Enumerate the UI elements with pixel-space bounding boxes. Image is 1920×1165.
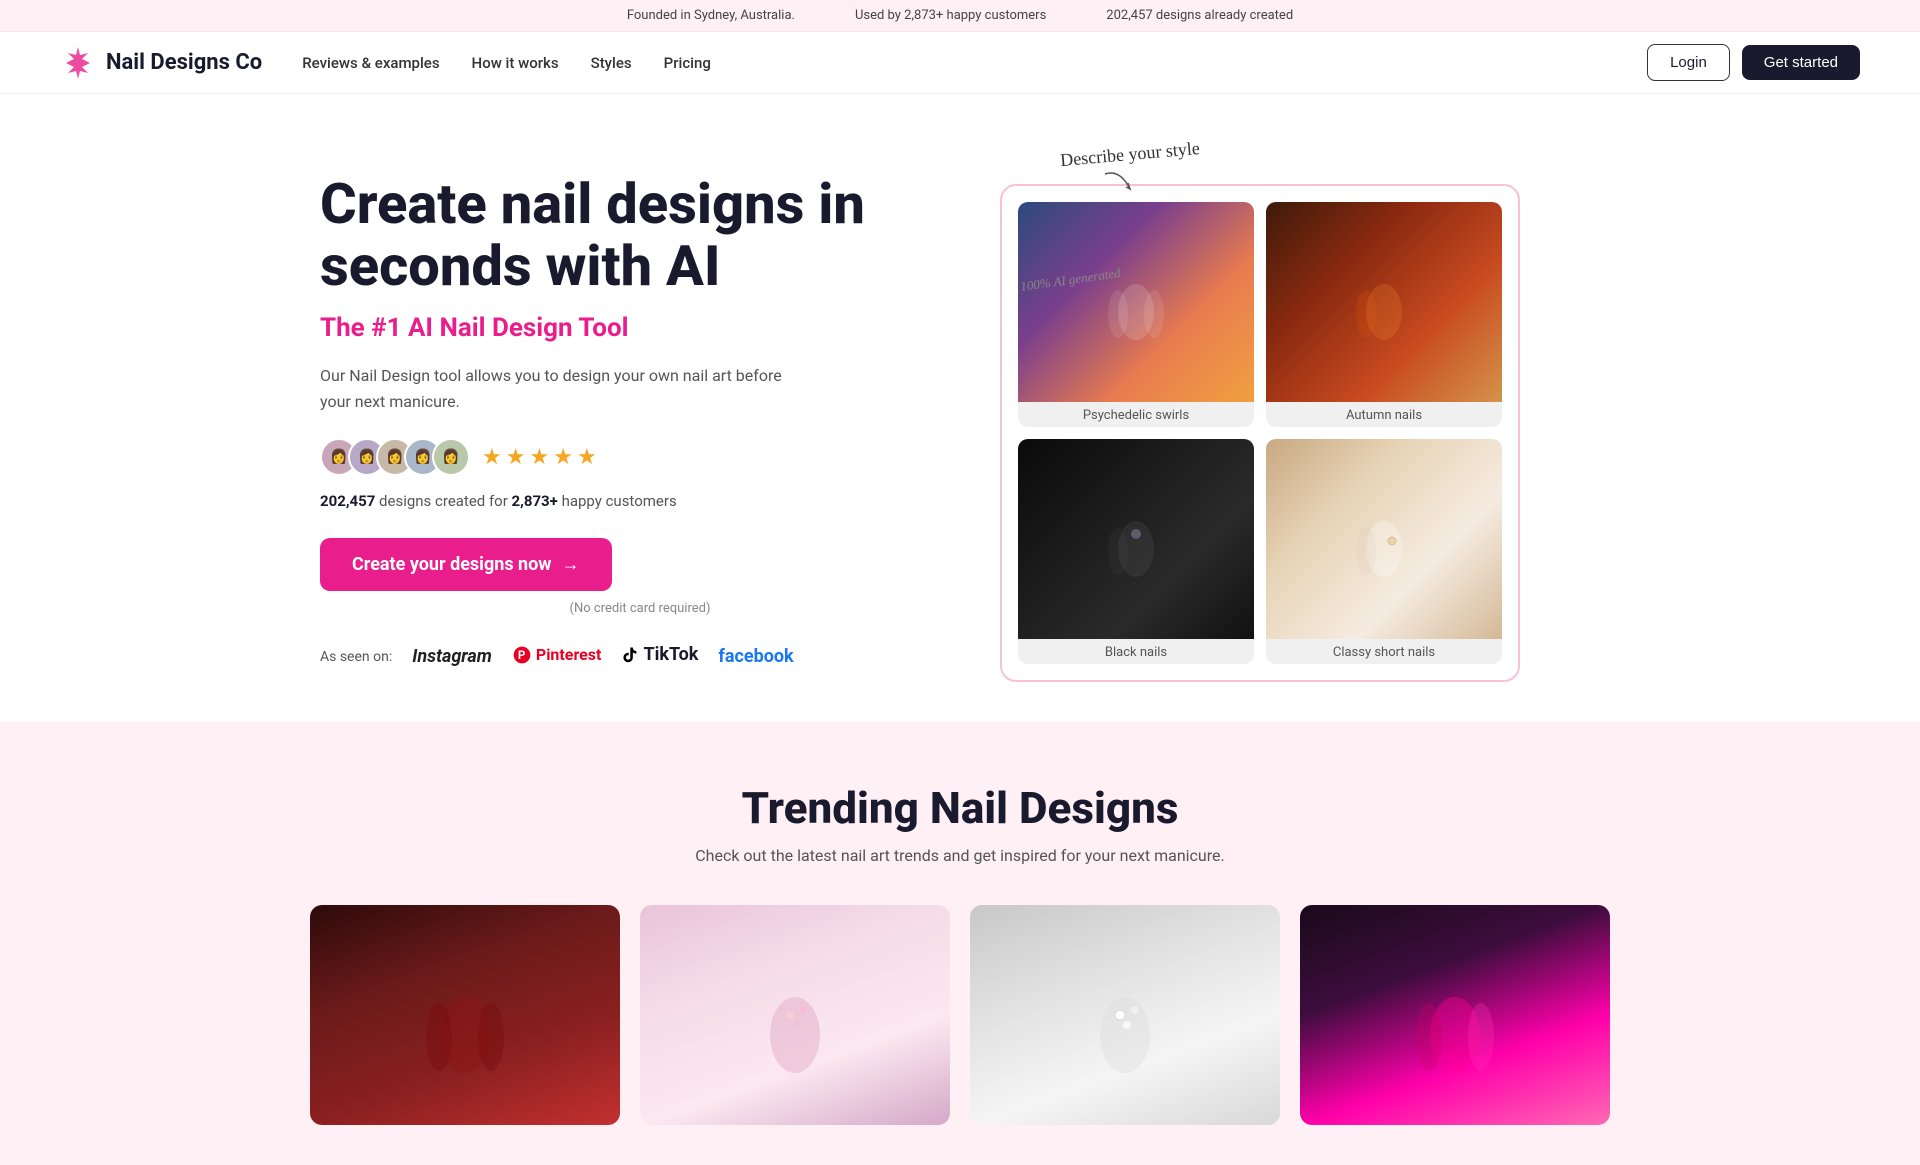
trending-section: Trending Nail Designs Check out the late… — [0, 722, 1920, 1165]
tiktok-logo[interactable]: TikTok — [621, 644, 698, 669]
trending-card-3[interactable] — [970, 905, 1280, 1125]
nav-how-it-works[interactable]: How it works — [472, 54, 559, 72]
trending-card-1[interactable] — [310, 905, 620, 1125]
trending-card-2[interactable] — [640, 905, 950, 1125]
trending-grid — [310, 905, 1610, 1125]
hero-title: Create nail designs in seconds with AI — [320, 174, 960, 297]
avatars-row: 👩 👩 👩 👩 👩 ★ ★ ★ ★ ★ — [320, 438, 960, 476]
no-card-text: (No credit card required) — [320, 601, 960, 616]
cta-button[interactable]: Create your designs now → — [320, 538, 612, 591]
get-started-button[interactable]: Get started — [1742, 45, 1860, 80]
hero-subtitle: The #1 AI Nail Design Tool — [320, 313, 960, 343]
facebook-logo[interactable]: facebook — [718, 646, 793, 667]
trending-thumb-4 — [1300, 905, 1610, 1125]
as-seen-label: As seen on: — [320, 649, 392, 665]
nail-image-autumn: Autumn nails — [1266, 202, 1502, 427]
nail-image-psychedelic: Psychedelic swirls — [1018, 202, 1254, 427]
trending-card-4[interactable] — [1300, 905, 1610, 1125]
nav-reviews[interactable]: Reviews & examples — [302, 54, 439, 72]
nav-pricing[interactable]: Pricing — [664, 54, 711, 72]
image-label-classy: Classy short nails — [1266, 639, 1502, 664]
social-logos: Instagram PPinterest TikTok facebook — [412, 644, 793, 669]
top-banner: Founded in Sydney, Australia. Used by 2,… — [0, 0, 1920, 32]
logo-icon — [60, 45, 96, 81]
star-rating: ★ ★ ★ ★ ★ — [482, 445, 597, 470]
as-seen-on-row: As seen on: Instagram PPinterest TikTok … — [320, 644, 960, 669]
hero-right: Describe your style Psychedelic swirls — [1000, 154, 1520, 682]
describe-label: Describe your style — [1059, 138, 1200, 171]
login-button[interactable]: Login — [1647, 44, 1730, 81]
hero-description: Our Nail Design tool allows you to desig… — [320, 363, 800, 414]
logo-text: Nail Designs Co — [106, 50, 262, 75]
banner-item-1: Founded in Sydney, Australia. — [627, 8, 795, 23]
nail-image-classy: Classy short nails — [1266, 439, 1502, 664]
trending-title: Trending Nail Designs — [60, 782, 1860, 834]
banner-item-3: 202,457 designs already created — [1106, 8, 1293, 23]
trending-thumb-2 — [640, 905, 950, 1125]
nav-actions: Login Get started — [1647, 44, 1860, 81]
trending-thumb-3 — [970, 905, 1280, 1125]
cta-label: Create your designs now — [352, 554, 552, 575]
nail-image-black: Black nails — [1018, 439, 1254, 664]
nav-links: Reviews & examples How it works Styles P… — [302, 54, 1647, 72]
hero-section: Create nail designs in seconds with AI T… — [260, 94, 1660, 722]
avatar-group: 👩 👩 👩 👩 👩 — [320, 438, 470, 476]
describe-arrow-icon — [1100, 169, 1140, 199]
instagram-logo[interactable]: Instagram — [412, 646, 492, 667]
trending-description: Check out the latest nail art trends and… — [60, 846, 1860, 865]
logo-area: Nail Designs Co — [60, 45, 262, 81]
svg-text:P: P — [518, 648, 526, 662]
stats-text: 202,457 designs created for 2,873+ happy… — [320, 492, 960, 510]
avatar: 👩 — [432, 438, 470, 476]
cta-arrow: → — [562, 554, 580, 575]
customers-count: 2,873+ — [512, 492, 558, 510]
hero-left: Create nail designs in seconds with AI T… — [320, 154, 960, 669]
trending-thumb-1 — [310, 905, 620, 1125]
image-label-autumn: Autumn nails — [1266, 402, 1502, 427]
describe-bubble: Describe your style — [1060, 144, 1200, 199]
navbar: Nail Designs Co Reviews & examples How i… — [0, 32, 1920, 94]
image-grid: Psychedelic swirls Autumn nails — [1000, 184, 1520, 682]
image-label-black: Black nails — [1018, 639, 1254, 664]
nav-styles[interactable]: Styles — [591, 54, 632, 72]
banner-item-2: Used by 2,873+ happy customers — [855, 8, 1046, 23]
designs-count: 202,457 — [320, 492, 375, 510]
pinterest-logo[interactable]: PPinterest — [512, 645, 602, 669]
image-label-psychedelic: Psychedelic swirls — [1018, 402, 1254, 427]
